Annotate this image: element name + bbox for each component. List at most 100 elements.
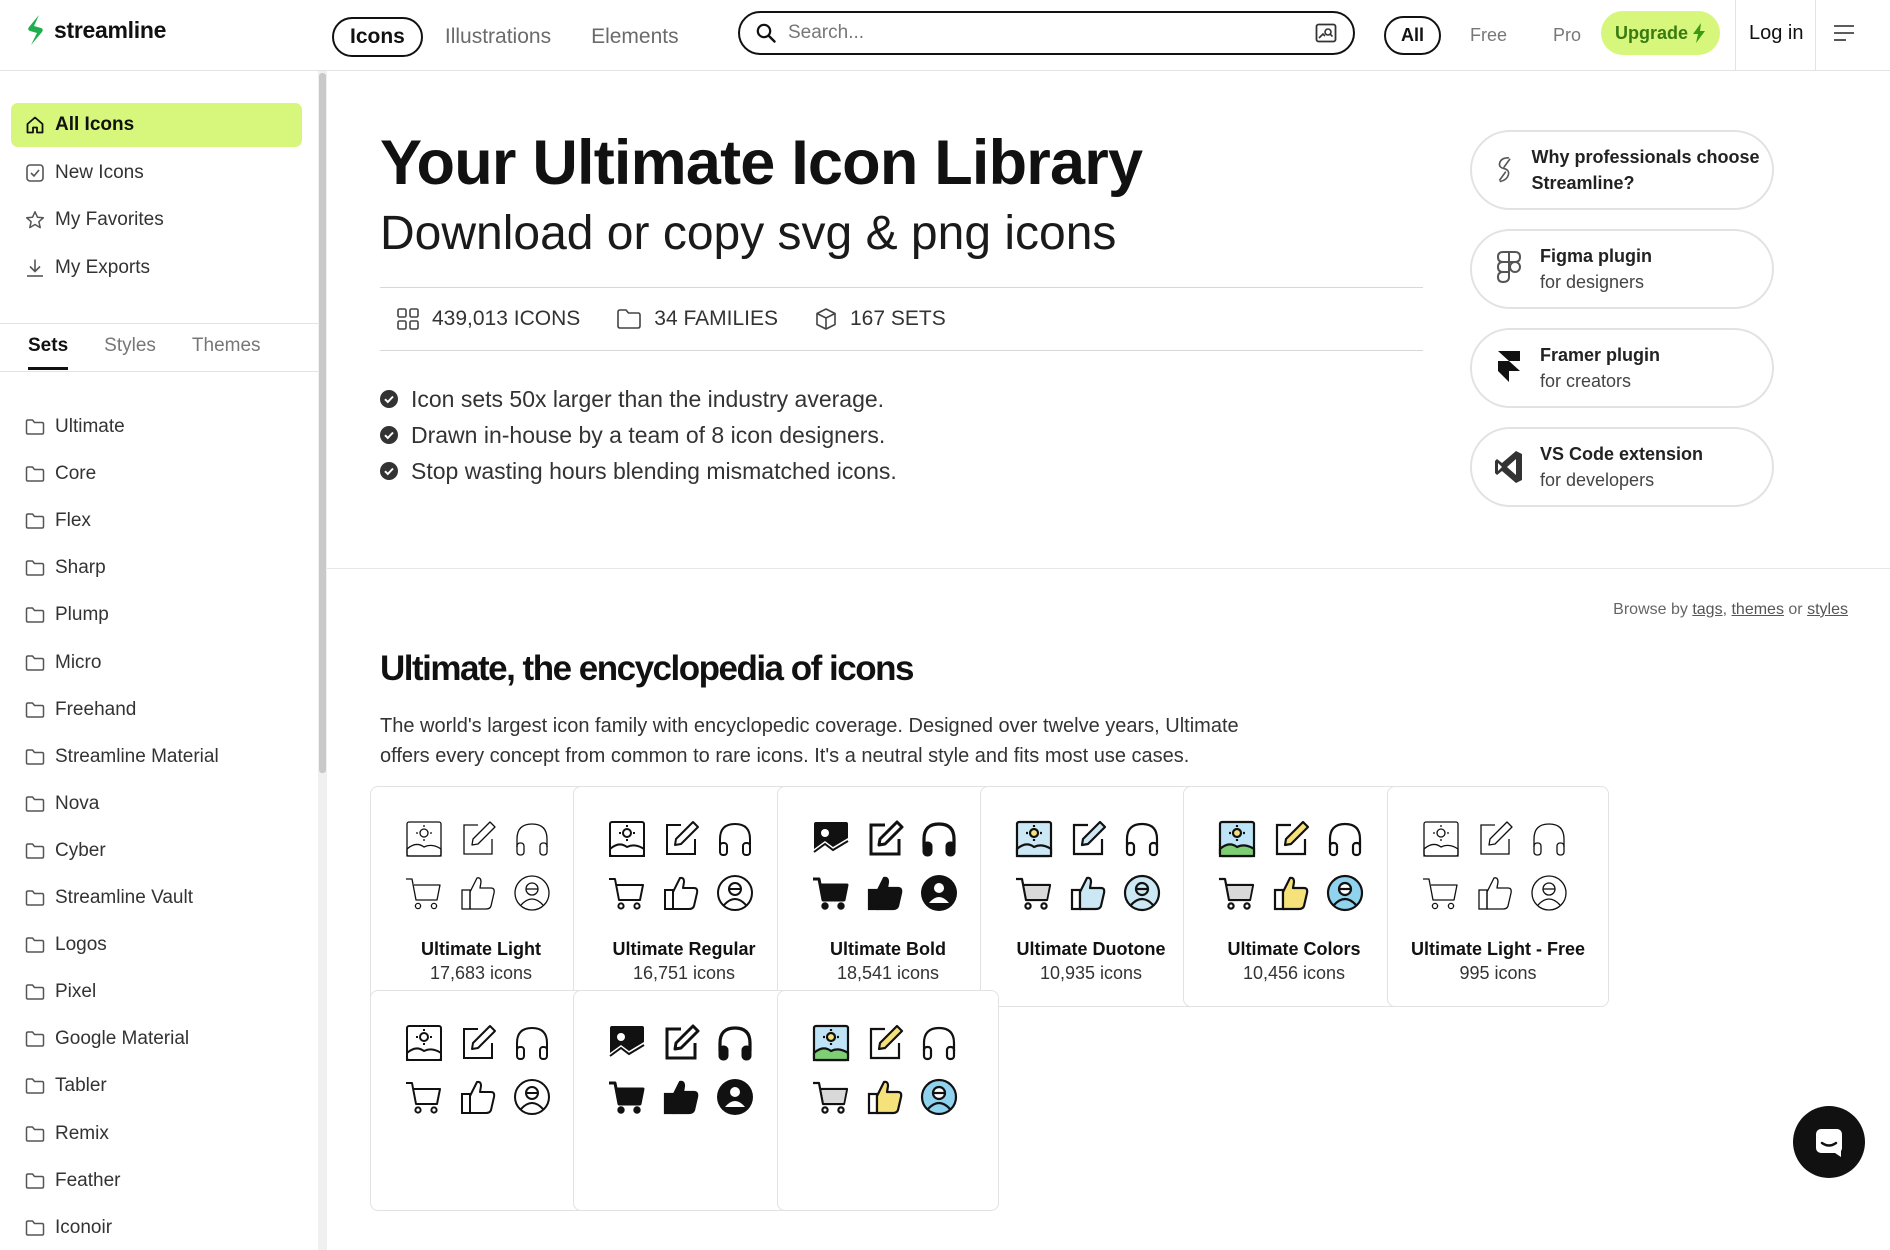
sidebar-set-label: Sharp xyxy=(55,557,106,579)
folder-icon xyxy=(25,1219,45,1236)
sidebar-set-item[interactable]: Logos xyxy=(25,934,107,956)
logo[interactable]: streamline xyxy=(24,14,166,46)
filter-all[interactable]: All xyxy=(1384,16,1442,55)
headphones-icon xyxy=(922,822,956,857)
style-card[interactable] xyxy=(573,990,795,1211)
user-circle-icon xyxy=(1531,875,1567,911)
promo-why-streamline[interactable]: Why professionals choose Streamline? xyxy=(1470,130,1774,210)
login-link[interactable]: Log in xyxy=(1749,22,1804,45)
sidebar-set-label: Feather xyxy=(55,1169,121,1191)
style-card[interactable]: Ultimate Colors 10,456 icons xyxy=(1183,786,1405,1007)
nav-tab-illustrations[interactable]: Illustrations xyxy=(427,17,569,57)
promo-framer-plugin[interactable]: Framer plugin for creators xyxy=(1470,328,1774,408)
icon-preview-grid xyxy=(811,1023,959,1117)
sidebar-set-item[interactable]: Remix xyxy=(25,1123,109,1145)
search-icon xyxy=(756,23,776,43)
cart-icon xyxy=(406,878,441,910)
vscode-icon xyxy=(1495,451,1522,483)
style-card[interactable]: Ultimate Regular 16,751 icons xyxy=(573,786,795,1007)
sidebar-item-new-icons[interactable]: New Icons xyxy=(11,151,302,195)
style-card[interactable]: Ultimate Light - Free 995 icons xyxy=(1387,786,1609,1007)
sidebar-set-label: Nova xyxy=(55,792,100,814)
cart-icon xyxy=(609,878,644,910)
stat-label: 167 SETS xyxy=(850,307,946,330)
sidebar-item-label: New Icons xyxy=(55,162,144,183)
promo-vscode-extension[interactable]: VS Code extension for developers xyxy=(1470,427,1774,507)
check-circle-icon xyxy=(380,426,398,444)
style-card-count: 16,751 icons xyxy=(632,963,736,983)
icon-preview-grid xyxy=(1217,819,1365,913)
image-search-icon[interactable] xyxy=(1315,22,1337,44)
chat-button[interactable] xyxy=(1793,1106,1865,1178)
style-card[interactable]: Ultimate Light 17,683 icons xyxy=(370,786,592,1007)
nav-tab-icons[interactable]: Icons xyxy=(332,17,423,57)
style-card[interactable] xyxy=(370,990,592,1211)
filter-pro[interactable]: Pro xyxy=(1536,16,1598,55)
search-input[interactable] xyxy=(788,22,1315,44)
upgrade-button[interactable]: Upgrade xyxy=(1601,11,1721,55)
sidebar-set-item[interactable]: Freehand xyxy=(25,699,136,721)
tags-link[interactable]: tags xyxy=(1692,601,1722,618)
thumbs-up-icon xyxy=(1273,876,1309,911)
browse-comma: , xyxy=(1722,601,1728,618)
tab-sets[interactable]: Sets xyxy=(28,335,69,370)
thumbs-up-icon xyxy=(664,876,699,910)
sidebar-set-item[interactable]: Streamline Material xyxy=(25,746,219,768)
headphones-icon xyxy=(718,1026,752,1061)
sidebar-set-item[interactable]: Tabler xyxy=(25,1075,107,1097)
sidebar-set-item[interactable]: Ultimate xyxy=(25,416,125,438)
style-card-name: Ultimate Light - Free xyxy=(1410,939,1585,959)
sidebar-item-label: All Icons xyxy=(55,114,135,135)
thumbs-up-icon xyxy=(867,876,903,911)
filter-free[interactable]: Free xyxy=(1453,16,1524,55)
grid-icon xyxy=(397,308,419,330)
sidebar-set-item[interactable]: Core xyxy=(25,463,96,485)
sidebar-set-item[interactable]: Iconoir xyxy=(25,1217,112,1239)
styles-link[interactable]: styles xyxy=(1807,601,1848,618)
sidebar-set-item[interactable]: Micro xyxy=(25,652,101,674)
menu-icon[interactable] xyxy=(1832,22,1856,44)
sidebar-set-item[interactable]: Streamline Vault xyxy=(25,887,193,909)
sidebar-item-my-favorites[interactable]: My Favorites xyxy=(11,198,302,242)
sidebar-item-my-exports[interactable]: My Exports xyxy=(11,246,302,290)
streamline-logo-icon xyxy=(1498,157,1511,183)
sidebar-item-all-icons[interactable]: All Icons xyxy=(11,103,302,147)
style-card[interactable] xyxy=(777,990,999,1211)
sidebar-item-label: My Favorites xyxy=(55,209,164,230)
icon-preview-grid xyxy=(1014,819,1162,913)
figma-icon xyxy=(1496,251,1522,284)
style-card-name: Ultimate Duotone xyxy=(1016,939,1166,959)
tab-styles[interactable]: Styles xyxy=(104,335,156,370)
scrollbar-thumb[interactable] xyxy=(319,73,326,773)
themes-link[interactable]: themes xyxy=(1731,601,1783,618)
sidebar-set-item[interactable]: Flex xyxy=(25,510,91,532)
style-card[interactable]: Ultimate Duotone 10,935 icons xyxy=(980,786,1202,1007)
nav-tab-elements[interactable]: Elements xyxy=(573,17,697,57)
feature-text: Drawn in-house by a team of 8 icon desig… xyxy=(411,421,886,448)
folder-icon xyxy=(25,1078,45,1095)
image-icon xyxy=(1423,821,1459,857)
style-card[interactable]: Ultimate Bold 18,541 icons xyxy=(777,786,999,1007)
sidebar-set-item[interactable]: Plump xyxy=(25,604,109,626)
stat-sets: 167 SETS xyxy=(814,307,946,331)
sidebar-set-item[interactable]: Google Material xyxy=(25,1028,189,1050)
page-title: Your Ultimate Icon Library xyxy=(380,128,1143,198)
feature-text: Stop wasting hours blending mismatched i… xyxy=(411,457,897,484)
sidebar-set-item[interactable]: Nova xyxy=(25,793,99,815)
sidebar-divider xyxy=(0,323,318,324)
cart-icon xyxy=(813,1081,849,1114)
sidebar-set-item[interactable]: Cyber xyxy=(25,840,106,862)
feature-item: Stop wasting hours blending mismatched i… xyxy=(380,453,897,489)
sidebar-set-item[interactable]: Feather xyxy=(25,1170,120,1192)
folder-icon xyxy=(25,419,45,435)
browse-by: Browse by tags, themes or styles xyxy=(1613,601,1848,619)
sidebar-set-item[interactable]: Sharp xyxy=(25,557,106,579)
tab-themes[interactable]: Themes xyxy=(192,335,261,370)
sidebar-scrollbar[interactable] xyxy=(318,71,327,1250)
home-icon xyxy=(26,116,44,134)
sidebar-set-item[interactable]: Pixel xyxy=(25,981,96,1003)
sidebar-set-label: Cyber xyxy=(55,839,106,861)
promo-figma-plugin[interactable]: Figma plugin for designers xyxy=(1470,229,1774,309)
thumbs-up-icon xyxy=(461,877,495,910)
logo-text: streamline xyxy=(54,16,167,43)
